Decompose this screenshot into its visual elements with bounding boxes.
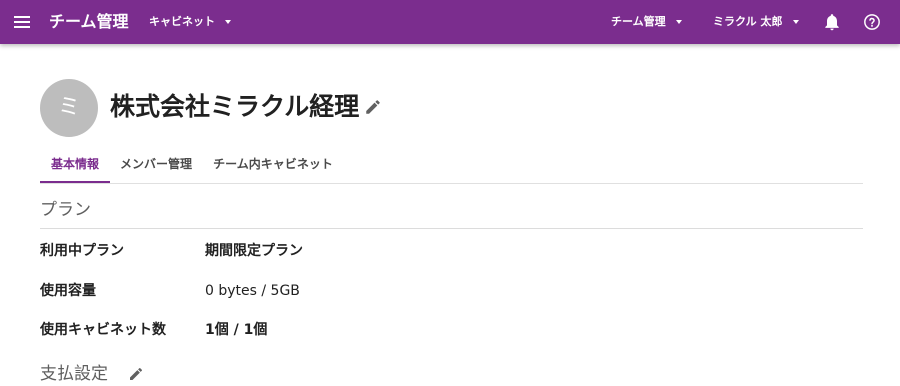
hamburger-icon[interactable] [14, 14, 30, 30]
pencil-icon[interactable] [128, 366, 144, 382]
user-menu-dropdown[interactable]: ミラクル 太郎 [713, 14, 799, 30]
current-plan-value: 期間限定プラン [205, 243, 303, 259]
plan-section-title: プラン [40, 200, 91, 220]
storage-usage-label: 使用容量 [40, 283, 96, 299]
tab-basic-info[interactable]: 基本情報 [40, 150, 110, 183]
app-title: チーム管理 [49, 12, 129, 31]
caret-down-icon [225, 20, 231, 24]
team-menu-dropdown[interactable]: チーム管理 [611, 14, 682, 30]
caret-down-icon [792, 20, 799, 24]
bell-icon[interactable] [822, 12, 842, 32]
user-name-label: ミラクル 太郎 [713, 15, 783, 28]
cabinet-menu-dropdown[interactable]: キャビネット [149, 14, 231, 30]
cabinet-count-value: 1個 / 1個 [205, 322, 268, 338]
app-bar: チーム管理 キャビネット チーム管理 ミラクル 太郎 [0, 0, 900, 44]
caret-down-icon [675, 20, 682, 24]
tab-member-management[interactable]: メンバー管理 [116, 150, 196, 181]
pencil-icon[interactable] [364, 98, 382, 116]
current-plan-label: 利用中プラン [40, 243, 124, 259]
storage-usage-value: 0 bytes / 5GB [205, 283, 300, 299]
cabinet-menu-label: キャビネット [149, 15, 215, 28]
help-circle-icon[interactable] [862, 12, 882, 32]
tab-team-cabinets[interactable]: チーム内キャビネット [212, 150, 334, 181]
section-divider [40, 228, 863, 229]
team-avatar: ミ [40, 79, 98, 137]
tab-bar: 基本情報 メンバー管理 チーム内キャビネット [40, 150, 863, 184]
cabinet-count-label: 使用キャビネット数 [40, 322, 166, 338]
page-title: 株式会社ミラクル経理 [110, 92, 360, 121]
payment-section-title: 支払設定 [40, 364, 108, 384]
team-menu-label: チーム管理 [611, 15, 666, 28]
